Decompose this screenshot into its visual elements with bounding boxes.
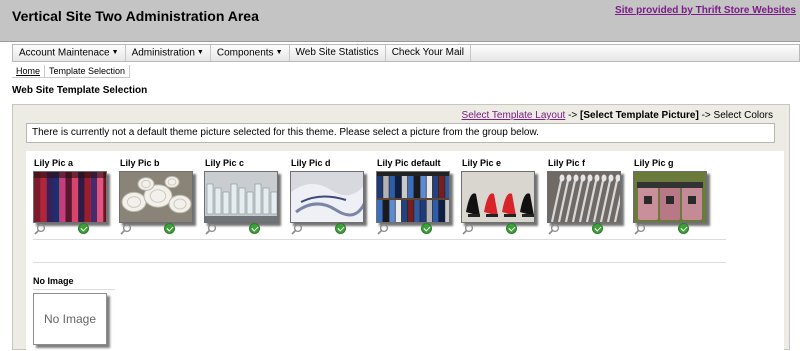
check-icon[interactable]: [421, 223, 432, 234]
picture-thumbnail[interactable]: [547, 171, 621, 223]
magnifier-icon[interactable]: [291, 223, 303, 235]
picture-name: Lily Pic g: [634, 158, 674, 168]
magnifier-icon[interactable]: [634, 223, 646, 235]
picture-card: Lily Pic d: [290, 157, 370, 235]
picture-actions: [33, 223, 119, 235]
check-icon[interactable]: [335, 223, 346, 234]
picture-thumbnail[interactable]: [119, 171, 193, 223]
chevron-down-icon: ▼: [275, 49, 283, 56]
menu-item-label: Account Maintenace: [19, 47, 110, 59]
check-icon[interactable]: [678, 223, 689, 234]
breadcrumb-current: Template Selection: [45, 65, 131, 77]
page-title: Web Site Template Selection: [12, 85, 148, 96]
picture-actions: [204, 223, 290, 235]
picture-actions: [119, 223, 205, 235]
magnifier-icon[interactable]: [548, 223, 560, 235]
magnifier-icon[interactable]: [205, 223, 217, 235]
menu-item-label: Web Site Statistics: [295, 47, 379, 58]
menu-item-web-site-statistics[interactable]: Web Site Statistics: [290, 45, 386, 61]
picture-name: Lily Pic b: [120, 158, 160, 168]
picture-card: Lily Pic a: [33, 157, 113, 235]
menu-item-check-your-mail[interactable]: Check Your Mail: [386, 45, 471, 61]
step-select-picture-current: [Select Template Picture]: [580, 110, 699, 121]
main-menu: Account Maintenace ▼ Administration ▼ Compon…: [12, 44, 800, 62]
notice-message: There is currently not a default theme p…: [26, 123, 775, 143]
wizard-steps: Select Template Layout -> [Select Templa…: [462, 110, 773, 121]
chevron-down-icon: ▼: [196, 49, 204, 56]
check-icon[interactable]: [506, 223, 517, 234]
picture-actions: [461, 223, 547, 235]
header-bar: Vertical Site Two Administration Area Si…: [0, 0, 800, 42]
picture-card: Lily Pic default: [376, 157, 456, 235]
menu-item-administration[interactable]: Administration ▼: [126, 45, 211, 61]
picture-name: Lily Pic e: [462, 158, 502, 168]
magnifier-icon[interactable]: [462, 223, 474, 235]
picture-thumbnail[interactable]: [633, 171, 707, 223]
picture-card: Lily Pic b: [119, 157, 199, 235]
picture-thumbnail[interactable]: [290, 171, 364, 223]
check-icon[interactable]: [592, 223, 603, 234]
no-image-thumbnail[interactable]: No Image: [33, 293, 107, 345]
row-divider: [33, 262, 726, 263]
picture-actions: [290, 223, 376, 235]
menu-spacer: [471, 45, 799, 61]
step-select-layout-link[interactable]: Select Template Layout: [462, 110, 566, 121]
picture-actions: [376, 223, 462, 235]
no-image-card: No Image No Image: [33, 275, 115, 345]
check-icon[interactable]: [249, 223, 260, 234]
no-image-divider: [33, 289, 115, 290]
picture-name: Lily Pic d: [291, 158, 331, 168]
no-image-title: No Image: [33, 276, 74, 286]
menu-item-account-maintenace[interactable]: Account Maintenace ▼: [13, 45, 126, 61]
picture-card: Lily Pic c: [204, 157, 284, 235]
magnifier-icon[interactable]: [120, 223, 132, 235]
picture-name: Lily Pic a: [34, 158, 74, 168]
magnifier-icon[interactable]: [377, 223, 389, 235]
picture-card: Lily Pic g: [633, 157, 713, 235]
step-select-colors: Select Colors: [713, 110, 773, 121]
breadcrumb-home-link[interactable]: Home: [12, 65, 46, 77]
provider-link[interactable]: Site provided by Thrift Store Websites: [615, 5, 796, 16]
picture-card: Lily Pic f: [547, 157, 627, 235]
template-panel: Select Template Layout -> [Select Templa…: [12, 104, 790, 351]
menu-item-components[interactable]: Components ▼: [211, 45, 290, 61]
row-divider: [33, 239, 726, 240]
picture-name: Lily Pic default: [377, 158, 441, 168]
check-icon[interactable]: [164, 223, 175, 234]
picture-actions: [547, 223, 633, 235]
picture-thumbnail[interactable]: [33, 171, 107, 223]
app-title: Vertical Site Two Administration Area: [12, 8, 259, 24]
step-separator: ->: [698, 110, 714, 121]
picture-name: Lily Pic c: [205, 158, 245, 168]
chevron-down-icon: ▼: [111, 49, 119, 56]
picture-thumbnail[interactable]: [461, 171, 535, 223]
picture-thumbnail[interactable]: [204, 171, 278, 223]
picture-name: Lily Pic f: [548, 158, 586, 168]
check-icon[interactable]: [78, 223, 89, 234]
breadcrumb: Home Template Selection: [12, 65, 131, 78]
menu-item-label: Administration: [131, 47, 195, 59]
magnifier-icon[interactable]: [34, 223, 46, 235]
step-separator: ->: [565, 110, 581, 121]
menu-item-label: Components: [216, 47, 274, 59]
picture-card: Lily Pic e: [461, 157, 541, 235]
picture-grid: No Image No Image Lily Pic a Lily Pic b Li…: [26, 151, 784, 351]
picture-thumbnail[interactable]: [376, 171, 450, 223]
menu-item-label: Check Your Mail: [391, 47, 464, 58]
picture-actions: [633, 223, 719, 235]
